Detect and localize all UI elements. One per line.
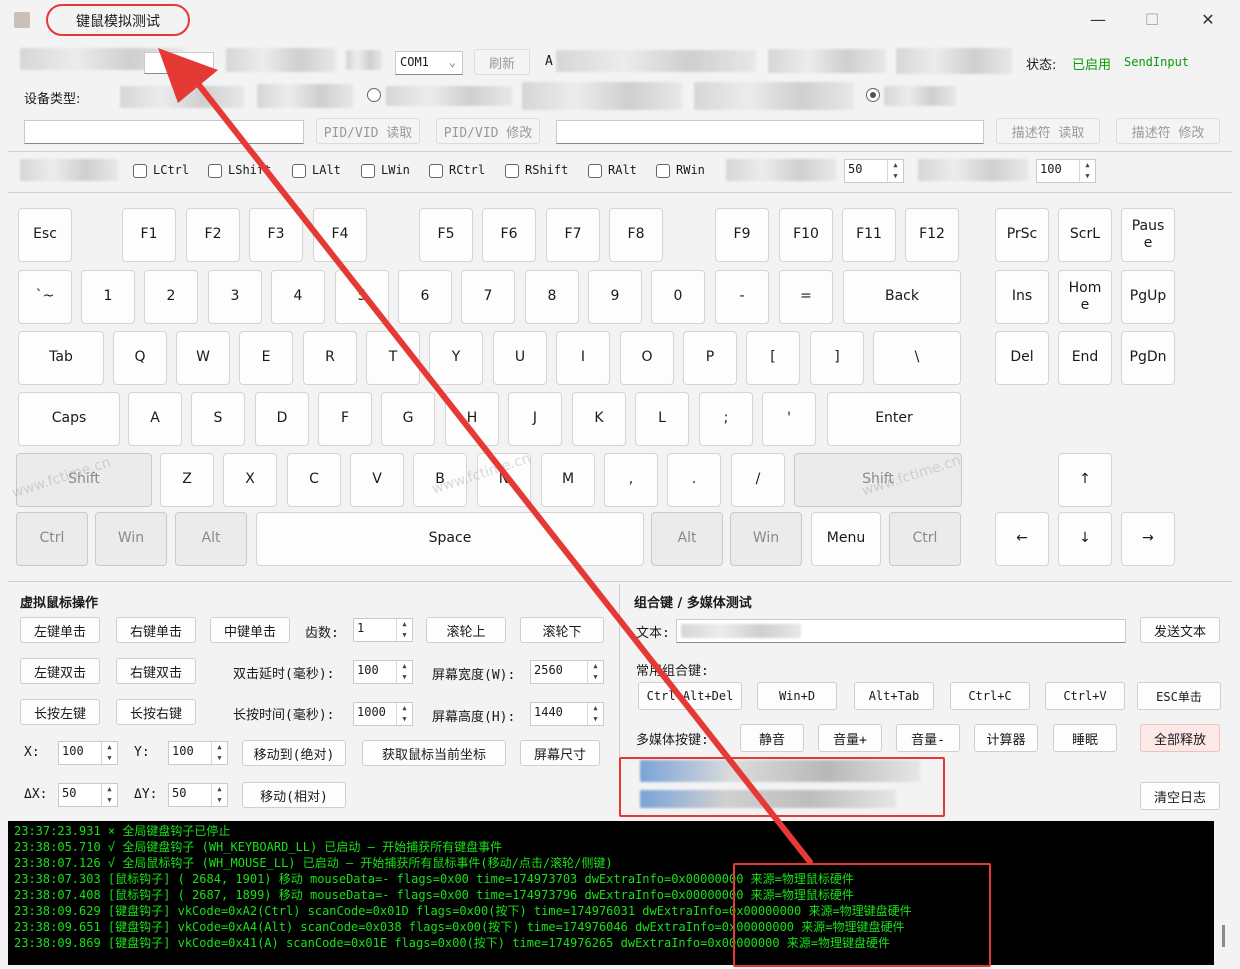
- arrow-shaft: [192, 77, 813, 865]
- annotation-arrow: [158, 48, 813, 865]
